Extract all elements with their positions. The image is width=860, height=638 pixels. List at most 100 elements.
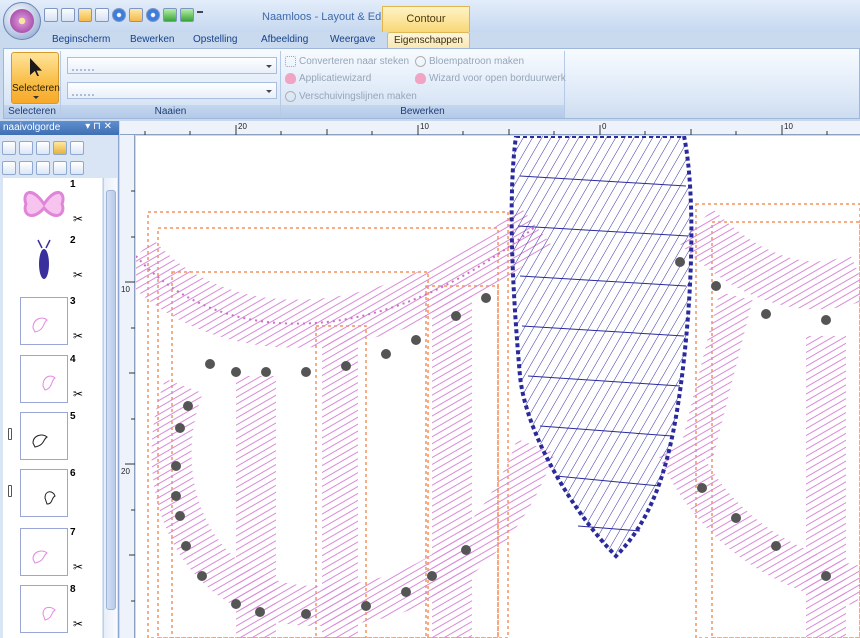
tab-eigenschappen[interactable]: Eigenschappen [387, 32, 470, 49]
embroidery-design[interactable] [136, 136, 860, 638]
shift-lines-button[interactable]: Verschuivingslijnen maken [285, 91, 417, 102]
sewing-order-list: 1 ✂ 2 ✂ 3 ✂ 4 ✂ 5 6 7 ✂ 8 ✂ [3, 178, 102, 638]
stitch-type-combo[interactable] [67, 57, 277, 74]
list-item[interactable]: 7 ✂ [3, 526, 102, 582]
list-item[interactable]: 1 ✂ [3, 178, 102, 234]
thumbnail [20, 412, 68, 460]
application-button[interactable] [3, 2, 41, 40]
list-item[interactable]: 5 [3, 410, 102, 466]
ruler-label: 10 [121, 285, 130, 294]
group-selecteren: Selecteren Selecteren [4, 51, 61, 118]
new-doc-icon[interactable] [44, 8, 58, 22]
wing-thumbnail-icon [32, 550, 48, 564]
tab-afbeelding[interactable]: Afbeelding [261, 34, 308, 45]
move-up-icon[interactable] [19, 160, 33, 175]
group-bewerken: Converteren naar steken Bloempatroon mak… [281, 51, 566, 118]
wing-outline-thumbnail-icon [44, 491, 56, 505]
panel-toolbar-1 [2, 138, 116, 157]
ruler-label: 20 [238, 122, 247, 131]
redo-icon[interactable] [180, 8, 194, 22]
scissors-icon: ✂ [73, 212, 84, 226]
select-mode-icon[interactable] [129, 8, 143, 22]
item-number: 4 [70, 354, 76, 365]
wing-thumbnail-icon [42, 606, 56, 621]
customize-qat-icon[interactable] [197, 11, 203, 19]
flower-label: Bloempatroon maken [429, 56, 525, 67]
list-item[interactable]: 8 ✂ [3, 583, 102, 638]
sequence-icon[interactable] [2, 160, 16, 175]
group-icon[interactable] [19, 140, 33, 155]
panel-pin-close[interactable]: ▾ ⊓ ✕ [85, 121, 112, 132]
item-number: 7 [70, 527, 76, 538]
convert-to-stitches-button[interactable]: Converteren naar steken [285, 56, 409, 67]
group-label-naaien: Naaien [61, 105, 280, 118]
chevron-down-icon [33, 96, 39, 99]
new-file-icon[interactable] [61, 8, 75, 22]
ribbon: Selecteren Selecteren Naaien Converteren… [3, 48, 860, 119]
tab-beginscherm[interactable]: Beginscherm [52, 34, 110, 45]
fill-type-combo[interactable] [67, 82, 277, 99]
list-item[interactable]: 2 ✂ [3, 234, 102, 290]
window-title: Naamloos - Layout & Editing [262, 11, 402, 23]
frame-icon[interactable] [70, 140, 84, 155]
heart-icon [415, 73, 426, 84]
select-button[interactable]: Selecteren [11, 52, 60, 104]
ruler-label: 20 [121, 467, 130, 476]
select-button-label: Selecteren [12, 83, 60, 94]
list-item[interactable]: 3 ✂ [3, 295, 102, 351]
vertical-ruler: 10 20 [120, 135, 135, 638]
item-number: 1 [70, 179, 76, 190]
tab-weergave[interactable]: Weergave [330, 34, 375, 45]
thumbnail [20, 355, 68, 403]
fill-stitch-icon [72, 86, 94, 96]
wing-thumbnail-icon [32, 317, 48, 333]
design-canvas[interactable] [136, 136, 860, 638]
thumbnail [20, 469, 68, 517]
shift-lines-label: Verschuivingslijnen maken [299, 91, 417, 102]
flower-pattern-button[interactable]: Bloempatroon maken [415, 56, 524, 67]
lock-icon[interactable] [53, 140, 67, 155]
openwork-wizard-button[interactable]: Wizard voor open borduurwerk [415, 73, 566, 84]
color-icon[interactable] [112, 8, 126, 22]
applique-wizard-button[interactable]: Applicatiewizard [285, 73, 371, 84]
ruler-label: 0 [602, 122, 607, 131]
thumbnail [20, 528, 68, 576]
group-label-bewerken: Bewerken [281, 105, 564, 118]
scissors-icon: ✂ [73, 617, 84, 631]
scissors-icon[interactable] [53, 160, 67, 175]
scissors-icon: ✂ [73, 560, 84, 574]
scrollbar-thumb[interactable] [106, 190, 116, 610]
pin-icon [8, 485, 12, 497]
zoom-icon[interactable] [146, 8, 160, 22]
group-label-selecteren: Selecteren [4, 105, 60, 118]
item-number: 6 [70, 468, 76, 479]
list-item[interactable]: 6 [3, 467, 102, 523]
list-item[interactable]: 4 ✂ [3, 353, 102, 409]
pointer-icon[interactable] [70, 160, 84, 175]
group-naaien: Naaien [61, 51, 281, 118]
thumbnail [20, 180, 68, 228]
quick-access-toolbar [44, 8, 203, 22]
openwork-label: Wizard voor open borduurwerk [429, 73, 566, 84]
move-down-icon[interactable] [36, 160, 50, 175]
tab-bewerken[interactable]: Bewerken [130, 34, 174, 45]
panel-scrollbar[interactable] [103, 178, 117, 638]
sewing-order-panel: naaivolgorde ▾ ⊓ ✕ 1 ✂ 2 ✂ 3 ✂ 4 ✂ 5 6 7… [0, 121, 119, 638]
undo-icon[interactable] [163, 8, 177, 22]
butterfly-thumbnail-icon [23, 191, 65, 218]
save-icon[interactable] [95, 8, 109, 22]
ruler-ticks [144, 125, 828, 135]
pin-icon [8, 428, 12, 440]
wing-outline-thumbnail-icon [32, 434, 48, 448]
tab-opstelling[interactable]: Opstelling [193, 34, 237, 45]
ruler-label: 10 [420, 122, 429, 131]
thumbnail [20, 236, 68, 284]
ribbon-tabs: Beginscherm Bewerken Opstelling Afbeeldi… [0, 32, 860, 49]
open-folder-icon[interactable] [78, 8, 92, 22]
view-icon[interactable] [2, 140, 16, 155]
butterfly-body [509, 136, 694, 559]
scissors-icon: ✂ [73, 387, 84, 401]
scissors-icon: ✂ [73, 268, 84, 282]
item-number: 5 [70, 411, 76, 422]
ungroup-icon[interactable] [36, 140, 50, 155]
